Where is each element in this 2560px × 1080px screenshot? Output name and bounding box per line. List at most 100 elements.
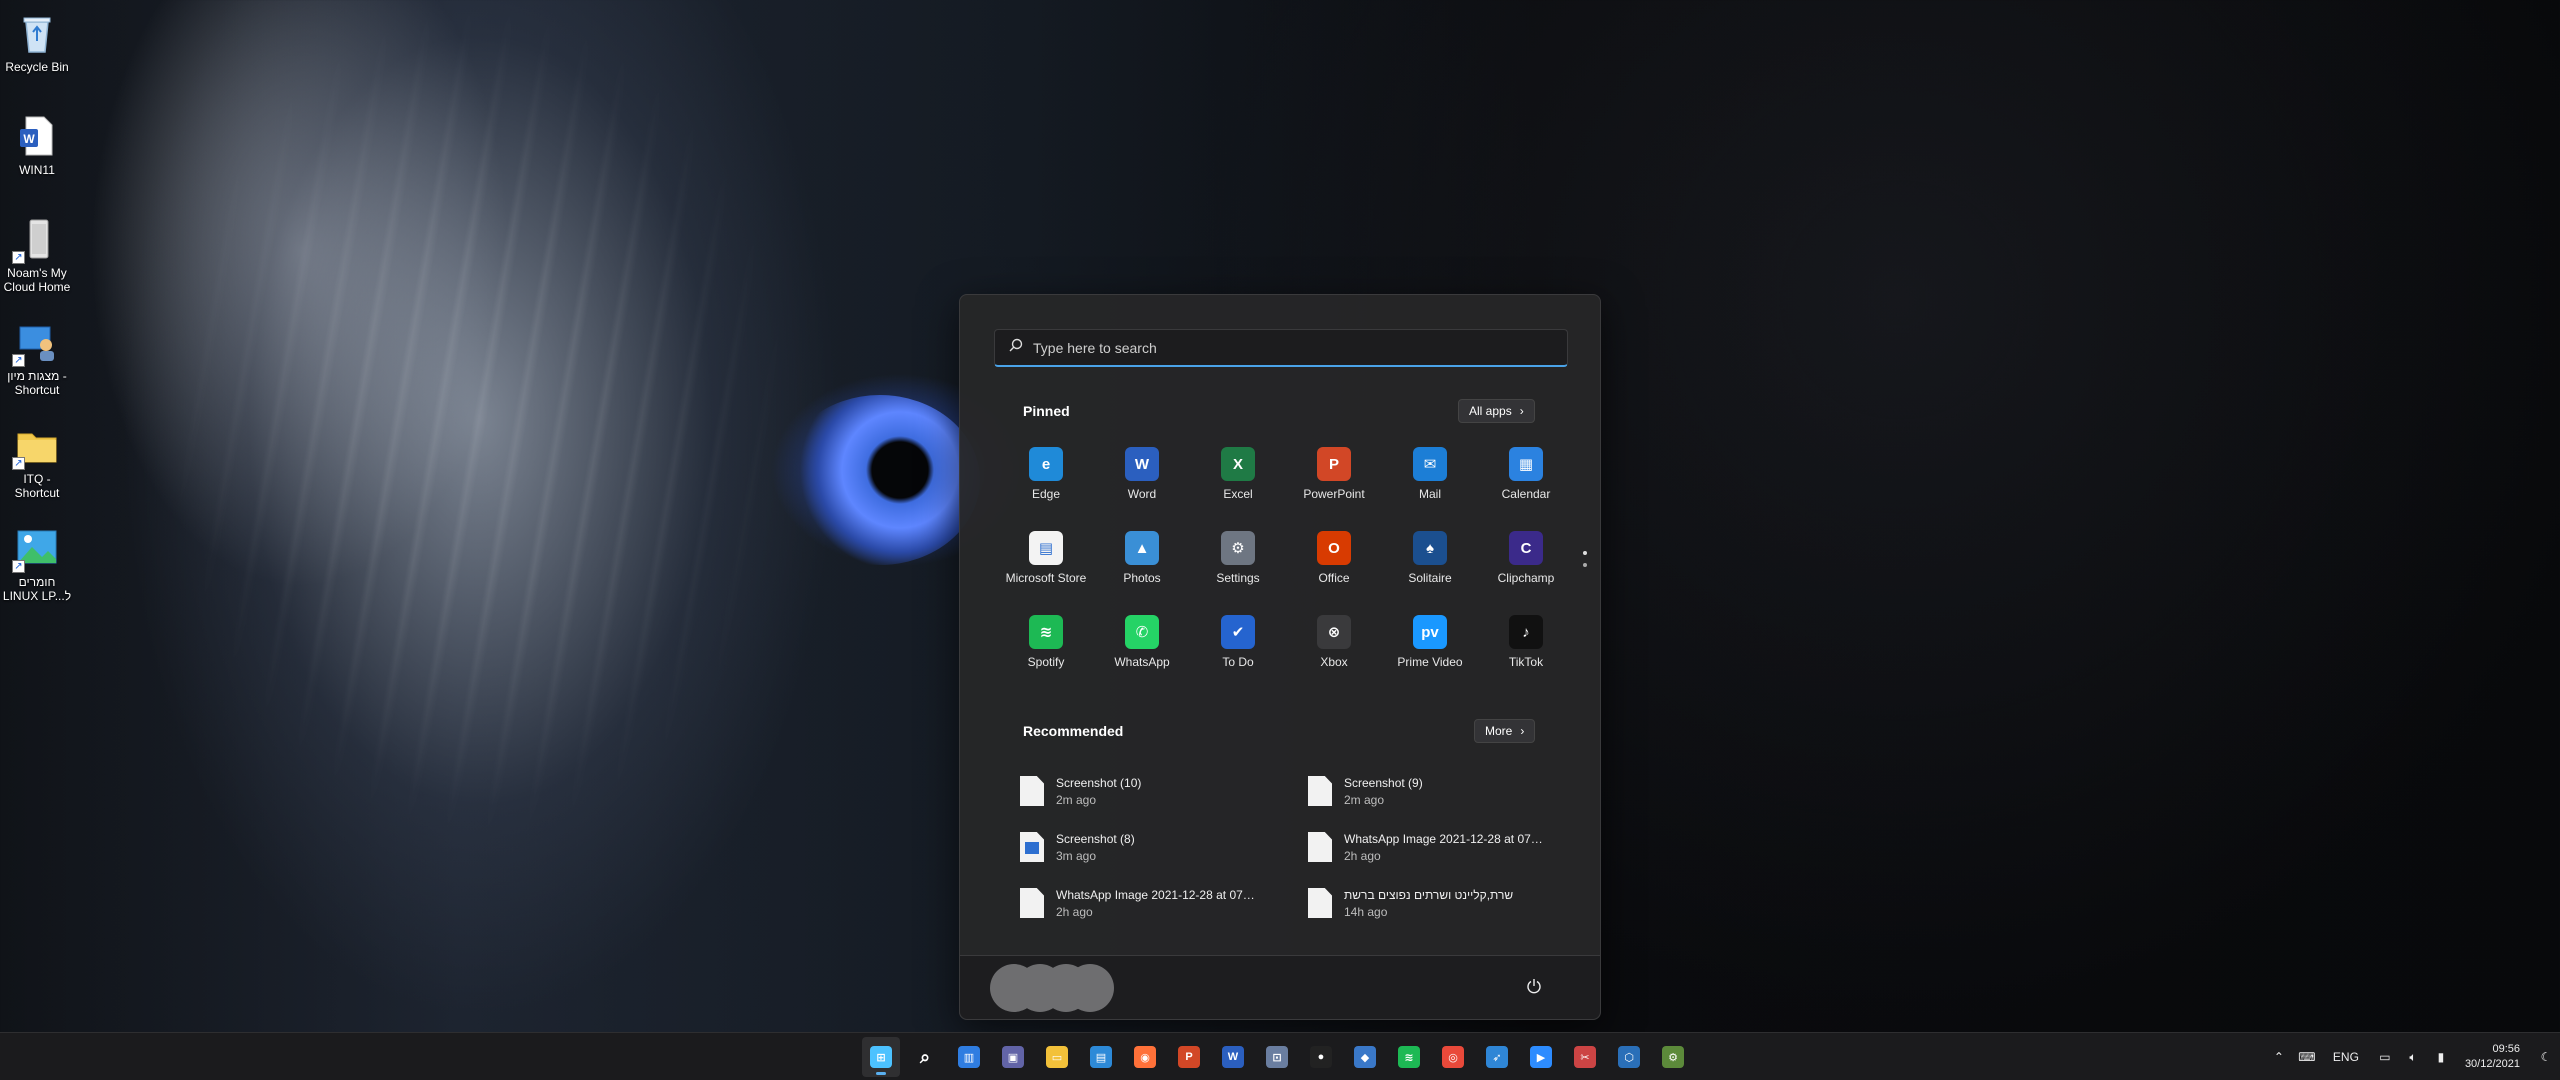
svg-text:W: W (23, 132, 35, 146)
page-dot[interactable] (1583, 551, 1587, 555)
recommended-item[interactable]: Screenshot (10) 2m ago (1020, 763, 1308, 819)
vm-app-icon: ⚙ (1662, 1046, 1684, 1068)
taskbar-virtualbox-button[interactable]: ⬡ (1610, 1037, 1648, 1077)
pinned-app-label: Photos (1123, 571, 1161, 585)
volume-icon[interactable]: 🔈︎ (2399, 1037, 2427, 1077)
pinned-app-spotify[interactable]: ≋ Spotify (998, 607, 1094, 691)
taskbar-network-app-button[interactable]: ⊡ (1258, 1037, 1296, 1077)
taskbar-search-button[interactable]: ⌕ (906, 1037, 944, 1077)
recommended-item[interactable]: Screenshot (9) 2m ago (1308, 763, 1580, 819)
taskbar-widgets-button[interactable]: ▥ (950, 1037, 988, 1077)
pinned-app-word[interactable]: W Word (1094, 439, 1190, 523)
pinned-app-mail[interactable]: ✉ Mail (1382, 439, 1478, 523)
file-icon (1308, 888, 1332, 918)
taskbar-store-button[interactable]: ▤ (1082, 1037, 1120, 1077)
desktop-icon-recycle-bin[interactable]: Recycle Bin (0, 6, 74, 109)
recommended-item[interactable]: WhatsApp Image 2021-12-28 at 07.... 2h ag… (1020, 875, 1308, 931)
pinned-app-label: Clipchamp (1497, 571, 1555, 585)
start-menu: Pinned All apps › e Edge W Word X Excel P Power… (959, 294, 1601, 1020)
spotify-icon: ≋ (1398, 1046, 1420, 1068)
taskbar-zoom-button[interactable]: ▶ (1522, 1037, 1560, 1077)
virtualbox-icon: ⬡ (1618, 1046, 1640, 1068)
pinned-app-xbox[interactable]: ⊗ Xbox (1286, 607, 1382, 691)
taskbar-spotify-button[interactable]: ≋ (1390, 1037, 1428, 1077)
desktop-icon-label: מצגות מיון - Shortcut (7, 369, 67, 397)
pinned-app-label: Settings (1216, 571, 1260, 585)
taskbar-feather-app-button[interactable]: ➶ (1478, 1037, 1516, 1077)
recommended-item[interactable]: Screenshot (8) 3m ago (1020, 819, 1308, 875)
pinned-app-excel[interactable]: X Excel (1190, 439, 1286, 523)
more-button[interactable]: More › (1474, 719, 1536, 743)
taskbar-start-button[interactable]: ⊞ (862, 1037, 900, 1077)
taskbar-file-explorer-button[interactable]: ▭ (1038, 1037, 1076, 1077)
vscode-like-icon: ◆ (1354, 1046, 1376, 1068)
search-input[interactable] (1033, 339, 1533, 356)
record-icon: ● (1310, 1046, 1332, 1068)
edge-icon: e (1029, 447, 1063, 481)
image-shortcut-icon: ↗ (12, 525, 60, 573)
pinned-app-label: Word (1127, 487, 1157, 501)
start-search-box[interactable] (994, 329, 1568, 367)
taskbar-powerpoint-button[interactable]: P (1170, 1037, 1208, 1077)
pinned-app-settings[interactable]: ⚙ Settings (1190, 523, 1286, 607)
chevron-up-icon[interactable]: ⌃ (2265, 1037, 2293, 1077)
desktop-icon-linux-materials[interactable]: ↗ חומרים LINUX LP...ל (0, 521, 74, 624)
pinned-app-clipchamp[interactable]: C Clipchamp (1478, 523, 1574, 607)
pinned-app-photos[interactable]: ▲ Photos (1094, 523, 1190, 607)
prime-video-icon: pv (1413, 615, 1447, 649)
pinned-app-whatsapp[interactable]: ✆ WhatsApp (1094, 607, 1190, 691)
recommended-heading: Recommended (1023, 723, 1124, 739)
taskbar-vscode-like-button[interactable]: ◆ (1346, 1037, 1384, 1077)
taskbar-snipping-tool-button[interactable]: ✂ (1566, 1037, 1604, 1077)
pinned-app-todo[interactable]: ✔ To Do (1190, 607, 1286, 691)
taskbar-word-button[interactable]: W (1214, 1037, 1252, 1077)
file-icon (1020, 776, 1044, 806)
desktop-icon-win11[interactable]: W WIN11 (0, 109, 74, 212)
desktop-icon-itq-shortcut[interactable]: ↗ ITQ - Shortcut (0, 418, 74, 521)
clock[interactable]: 09:56 30/12/2021 (2455, 1042, 2532, 1072)
start-icon: ⊞ (870, 1046, 892, 1068)
notifications-icon[interactable]: ☾ (2532, 1037, 2560, 1077)
user-account-avatar[interactable] (990, 964, 1114, 1014)
pinned-heading: Pinned (1023, 403, 1070, 419)
network-app-icon: ⊡ (1266, 1046, 1288, 1068)
desktop-icon-presentations-shortcut[interactable]: ↗ מצגות מיון - Shortcut (0, 315, 74, 418)
language-indicator[interactable]: ENG (2321, 1050, 2371, 1064)
taskbar-firefox-button[interactable]: ◉ (1126, 1037, 1164, 1077)
keyboard-icon[interactable]: ⌨ (2293, 1037, 2321, 1077)
network-icon[interactable]: ▭ (2371, 1037, 2399, 1077)
desktop-icon-my-cloud-home[interactable]: ↗ Noam's My Cloud Home (0, 212, 74, 315)
pinned-app-store[interactable]: ▤ Microsoft Store (998, 523, 1094, 607)
pinned-app-label: WhatsApp (1114, 655, 1170, 669)
taskbar-chrome-button[interactable]: ◎ (1434, 1037, 1472, 1077)
recommended-item-name: שרת,קליינט ושרתים נפוצים ברשת (1344, 887, 1514, 902)
recommended-item[interactable]: WhatsApp Image 2021-12-28 at 07.... 2h ag… (1308, 819, 1580, 875)
page-dot[interactable] (1583, 563, 1587, 567)
photos-icon: ▲ (1125, 531, 1159, 565)
recommended-item-time: 14h ago (1344, 904, 1388, 919)
clipchamp-icon: C (1509, 531, 1543, 565)
pinned-app-powerpoint[interactable]: P PowerPoint (1286, 439, 1382, 523)
pinned-app-tiktok[interactable]: ♪ TikTok (1478, 607, 1574, 691)
power-icon[interactable] (1524, 976, 1544, 996)
pinned-app-label: TikTok (1508, 655, 1544, 669)
pinned-app-prime-video[interactable]: pv Prime Video (1382, 607, 1478, 691)
pinned-app-calendar[interactable]: ▦ Calendar (1478, 439, 1574, 523)
taskbar-vm-app-button[interactable]: ⚙ (1654, 1037, 1692, 1077)
pinned-app-edge[interactable]: e Edge (998, 439, 1094, 523)
pinned-apps-grid: e Edge W Word X Excel P PowerPoint ✉ Mail ▦ Calenda… (998, 439, 1574, 691)
mail-icon: ✉ (1413, 447, 1447, 481)
more-label: More (1485, 724, 1513, 738)
pinned-app-solitaire[interactable]: ♠ Solitaire (1382, 523, 1478, 607)
zoom-icon: ▶ (1530, 1046, 1552, 1068)
pinned-app-office[interactable]: O Office (1286, 523, 1382, 607)
recommended-item[interactable]: שרת,קליינט ושרתים נפוצים ברשת 14h ago (1308, 875, 1580, 931)
pinned-app-label: To Do (1222, 655, 1254, 669)
pinned-page-indicator[interactable] (1582, 551, 1588, 575)
desktop-icon-label: ITQ - Shortcut (14, 472, 60, 500)
battery-icon[interactable]: ▮ (2427, 1037, 2455, 1077)
all-apps-button[interactable]: All apps › (1458, 399, 1535, 423)
taskbar-teams-chat-button[interactable]: ▣ (994, 1037, 1032, 1077)
shortcut-arrow-icon: ↗ (12, 560, 25, 573)
taskbar-record-button[interactable]: ● (1302, 1037, 1340, 1077)
